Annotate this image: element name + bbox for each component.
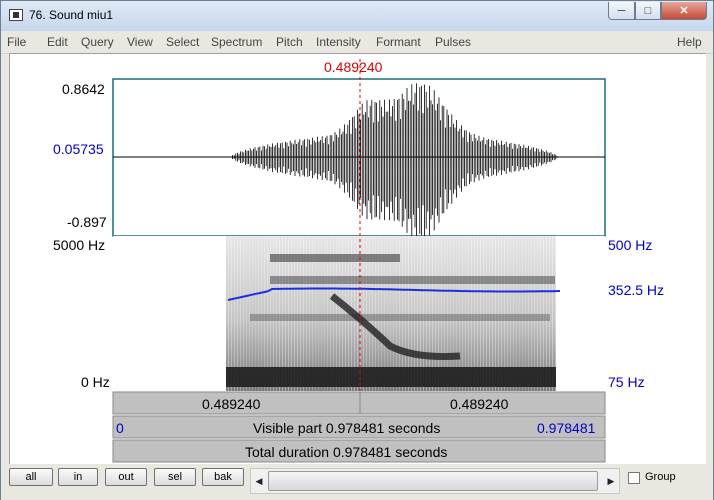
maximize-icon: □: [644, 4, 652, 17]
editor-canvas: 0.489240 0.8642 0.05735 -0.897 5000 Hz 0…: [9, 53, 706, 465]
visible-part-label: Visible part 0.978481 seconds: [253, 420, 441, 436]
praat-sound-window: 76. Sound miu1 ─ □ ✕ File Edit Query Vie…: [0, 0, 714, 500]
menu-spectrum[interactable]: Spectrum: [211, 35, 262, 49]
total-duration-label: Total duration 0.978481 seconds: [245, 444, 448, 460]
menu-select[interactable]: Select: [166, 35, 199, 49]
menu-bar: File Edit Query View Select Spectrum Pit…: [1, 31, 713, 54]
menu-edit[interactable]: Edit: [47, 35, 68, 49]
praat-app-icon: [9, 9, 23, 21]
minimize-button[interactable]: ─: [608, 2, 635, 20]
menu-query[interactable]: Query: [81, 35, 114, 49]
visible-start-label: 0: [116, 420, 124, 436]
close-button[interactable]: ✕: [661, 2, 707, 20]
scroll-right-arrow-icon[interactable]: ▶: [603, 469, 619, 493]
right-segment-label: 0.489240: [450, 396, 509, 412]
zoom-in-button[interactable]: in: [58, 468, 98, 486]
editor-graphics: [112, 59, 606, 463]
menu-file[interactable]: File: [7, 35, 26, 49]
spectrogram-formant-band: [250, 314, 550, 321]
pitch-max-label: 500 Hz: [608, 237, 653, 253]
menu-formant[interactable]: Formant: [376, 35, 421, 49]
waveform-ymax-label: 0.8642: [62, 81, 105, 97]
spectrogram-formant-band: [270, 276, 555, 284]
menu-view[interactable]: View: [127, 35, 153, 49]
zoom-selection-button[interactable]: sel: [154, 468, 196, 486]
scrollbar-thumb[interactable]: [268, 471, 598, 491]
cursor-time-label: 0.489240: [324, 59, 383, 75]
spectrogram-f0-band: [226, 367, 556, 387]
zoom-out-button[interactable]: out: [105, 468, 147, 486]
minimize-icon: ─: [617, 4, 626, 17]
pitch-current-label: 352.5 Hz: [608, 282, 665, 298]
waveform-ymid-label: 0.05735: [53, 141, 104, 157]
group-checkbox[interactable]: [628, 472, 640, 484]
maximize-button[interactable]: □: [635, 2, 661, 20]
left-segment-label: 0.489240: [202, 396, 261, 412]
title-bar[interactable]: 76. Sound miu1 ─ □ ✕: [1, 1, 713, 31]
spectrogram-fmax-label: 5000 Hz: [53, 237, 106, 253]
waveform-ymin-label: -0.897: [67, 214, 107, 230]
horizontal-scrollbar[interactable]: ◀ ▶: [250, 468, 620, 494]
window-title: 76. Sound miu1: [29, 8, 114, 22]
menu-intensity[interactable]: Intensity: [316, 35, 361, 49]
zoom-all-button[interactable]: all: [9, 468, 53, 486]
menu-pulses[interactable]: Pulses: [435, 35, 471, 49]
menu-help[interactable]: Help: [677, 35, 702, 49]
spectrogram-fmin-label: 0 Hz: [81, 374, 110, 390]
time-bar-selection[interactable]: [112, 391, 606, 415]
pitch-min-label: 75 Hz: [608, 374, 645, 390]
scroll-left-arrow-icon[interactable]: ◀: [251, 469, 267, 493]
group-label: Group: [645, 471, 676, 483]
menu-pitch[interactable]: Pitch: [276, 35, 303, 49]
close-icon: ✕: [679, 5, 689, 17]
visible-end-label: 0.978481: [537, 420, 596, 436]
zoom-back-button[interactable]: bak: [202, 468, 244, 486]
bottom-toolbar: all in out sel bak ◀ ▶ Group: [1, 464, 713, 500]
spectrogram-formant-band: [270, 254, 400, 262]
